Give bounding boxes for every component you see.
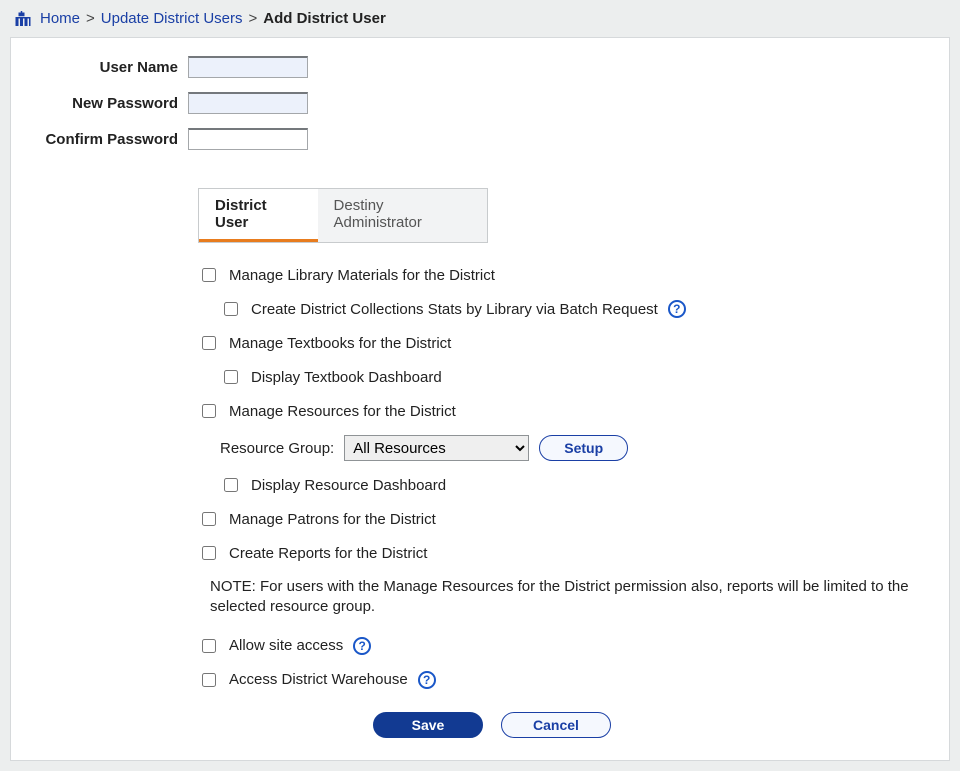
help-icon[interactable]: ? [418,671,436,689]
opt-manage-library[interactable]: Manage Library Materials for the Distric… [198,265,927,285]
opt-allow-site-access[interactable]: Allow site access ? [198,636,927,656]
username-label: User Name [33,59,188,76]
resource-group-select[interactable]: All Resources [344,435,529,461]
breadcrumb-update-users-link[interactable]: Update District Users [101,10,243,27]
opt-display-textbook-dashboard-label: Display Textbook Dashboard [251,369,442,386]
opt-display-textbook-dashboard[interactable]: Display Textbook Dashboard [220,367,927,387]
opt-manage-library-label: Manage Library Materials for the Distric… [229,267,495,284]
checkbox-access-warehouse[interactable] [202,673,216,687]
tab-bar: District User Destiny Administrator [198,188,488,243]
setup-button[interactable]: Setup [539,435,628,461]
home-icon [14,11,32,27]
content-panel: User Name New Password Confirm Password … [10,37,950,761]
opt-create-collections-stats[interactable]: Create District Collections Stats by Lib… [220,299,927,319]
resource-group-row: Resource Group: All Resources Setup [220,435,927,461]
checkbox-display-textbook-dashboard[interactable] [224,370,238,384]
breadcrumb-home-link[interactable]: Home [40,10,80,27]
checkbox-manage-patrons[interactable] [202,512,216,526]
checkbox-manage-library[interactable] [202,268,216,282]
cancel-button[interactable]: Cancel [501,712,611,738]
tab-district-user[interactable]: District User [199,189,318,242]
save-button[interactable]: Save [373,712,483,738]
opt-manage-patrons-label: Manage Patrons for the District [229,511,436,528]
action-row: Save Cancel [373,712,927,738]
opt-create-collections-stats-label: Create District Collections Stats by Lib… [251,301,658,318]
opt-access-warehouse[interactable]: Access District Warehouse ? [198,670,927,690]
confirm-password-input[interactable] [188,128,308,150]
checkbox-create-collections-stats[interactable] [224,302,238,316]
opt-display-resource-dashboard[interactable]: Display Resource Dashboard [220,475,927,495]
opt-display-resource-dashboard-label: Display Resource Dashboard [251,477,446,494]
resource-group-label: Resource Group: [220,440,334,457]
confirm-password-label: Confirm Password [33,131,188,148]
opt-manage-resources[interactable]: Manage Resources for the District [198,401,927,421]
opt-manage-resources-label: Manage Resources for the District [229,403,456,420]
breadcrumb-separator: > [86,10,95,27]
opt-create-reports-label: Create Reports for the District [229,545,427,562]
help-icon[interactable]: ? [668,300,686,318]
breadcrumb-separator: > [248,10,257,27]
new-password-input[interactable] [188,92,308,114]
opt-create-reports[interactable]: Create Reports for the District [198,543,927,563]
checkbox-manage-textbooks[interactable] [202,336,216,350]
help-icon[interactable]: ? [353,637,371,655]
tab-destiny-administrator[interactable]: Destiny Administrator [318,189,487,242]
checkbox-manage-resources[interactable] [202,404,216,418]
breadcrumb: Home > Update District Users > Add Distr… [0,0,960,37]
new-password-label: New Password [33,95,188,112]
options-panel: Manage Library Materials for the Distric… [198,265,927,738]
breadcrumb-current: Add District User [263,10,386,27]
checkbox-allow-site-access[interactable] [202,639,216,653]
opt-allow-site-access-label: Allow site access [229,637,343,654]
checkbox-display-resource-dashboard[interactable] [224,478,238,492]
opt-manage-patrons[interactable]: Manage Patrons for the District [198,509,927,529]
checkbox-create-reports[interactable] [202,546,216,560]
opt-manage-textbooks-label: Manage Textbooks for the District [229,335,451,352]
reports-note: NOTE: For users with the Manage Resource… [210,577,927,618]
opt-access-warehouse-label: Access District Warehouse [229,671,408,688]
opt-manage-textbooks[interactable]: Manage Textbooks for the District [198,333,927,353]
username-input[interactable] [188,56,308,78]
